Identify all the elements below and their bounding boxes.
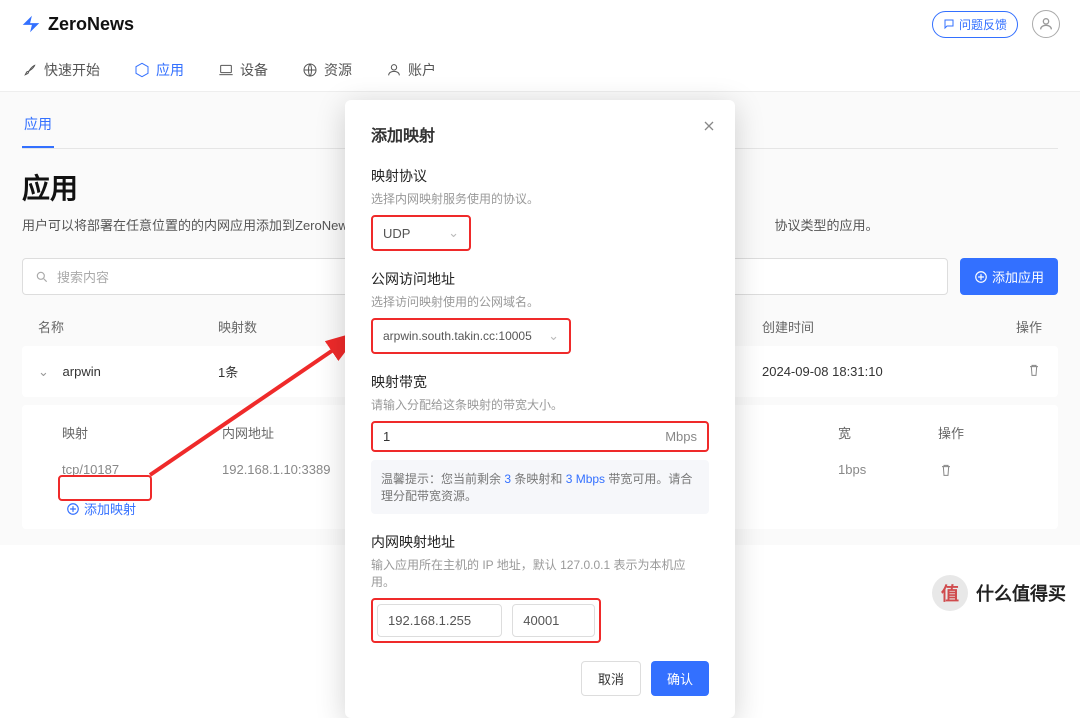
field-bandwidth: 映射带宽 请输入分配给这条映射的带宽大小。 1 Mbps 温馨提示：您当前剩余 … xyxy=(371,372,709,514)
modal-actions: 取消 确认 xyxy=(371,661,709,696)
intranet-label: 内网映射地址 xyxy=(371,532,709,552)
add-mapping-modal: 添加映射 映射协议 选择内网映射服务使用的协议。 UDP ⌄ 公网访问地址 选择… xyxy=(345,100,735,718)
bandwidth-hint: 请输入分配给这条映射的带宽大小。 xyxy=(371,396,709,413)
bandwidth-label: 映射带宽 xyxy=(371,372,709,392)
intranet-hint: 输入应用所在主机的 IP 地址，默认 127.0.0.1 表示为本机应用。 xyxy=(371,556,709,590)
protocol-hint: 选择内网映射服务使用的协议。 xyxy=(371,190,709,207)
chevron-down-icon: ⌄ xyxy=(448,225,459,241)
public-domain-select[interactable]: arpwin.south.takin.cc:10005 ⌄ xyxy=(371,318,571,354)
modal-overlay: 添加映射 映射协议 选择内网映射服务使用的协议。 UDP ⌄ 公网访问地址 选择… xyxy=(0,0,1080,621)
public-hint: 选择访问映射使用的公网域名。 xyxy=(371,293,709,310)
watermark-badge: 值 xyxy=(932,575,968,611)
tip-n2: 3 Mbps xyxy=(566,472,605,486)
tip-a: 温馨提示：您当前剩余 xyxy=(381,472,504,486)
field-public-address: 公网访问地址 选择访问映射使用的公网域名。 arpwin.south.takin… xyxy=(371,269,709,354)
public-label: 公网访问地址 xyxy=(371,269,709,289)
chevron-down-icon: ⌄ xyxy=(548,328,559,344)
modal-title: 添加映射 xyxy=(371,122,709,146)
close-icon[interactable] xyxy=(701,118,717,137)
bandwidth-tip: 温馨提示：您当前剩余 3 条映射和 3 Mbps 带宽可用。请合理分配带宽资源。 xyxy=(371,460,709,514)
protocol-label: 映射协议 xyxy=(371,166,709,186)
protocol-select[interactable]: UDP ⌄ xyxy=(371,215,471,251)
public-domain-value: arpwin.south.takin.cc:10005 xyxy=(383,329,532,343)
bandwidth-value: 1 xyxy=(383,429,390,444)
bandwidth-input[interactable]: 1 Mbps xyxy=(371,421,709,452)
bandwidth-unit: Mbps xyxy=(665,429,697,444)
field-intranet-address: 内网映射地址 输入应用所在主机的 IP 地址，默认 127.0.0.1 表示为本… xyxy=(371,532,709,643)
protocol-value: UDP xyxy=(383,226,410,241)
watermark-text: 什么值得买 xyxy=(976,580,1066,606)
tip-b: 条映射和 xyxy=(511,472,566,486)
watermark: 值 什么值得买 xyxy=(932,575,1066,611)
field-protocol: 映射协议 选择内网映射服务使用的协议。 UDP ⌄ xyxy=(371,166,709,251)
confirm-button[interactable]: 确认 xyxy=(651,661,709,696)
cancel-button[interactable]: 取消 xyxy=(581,661,641,696)
